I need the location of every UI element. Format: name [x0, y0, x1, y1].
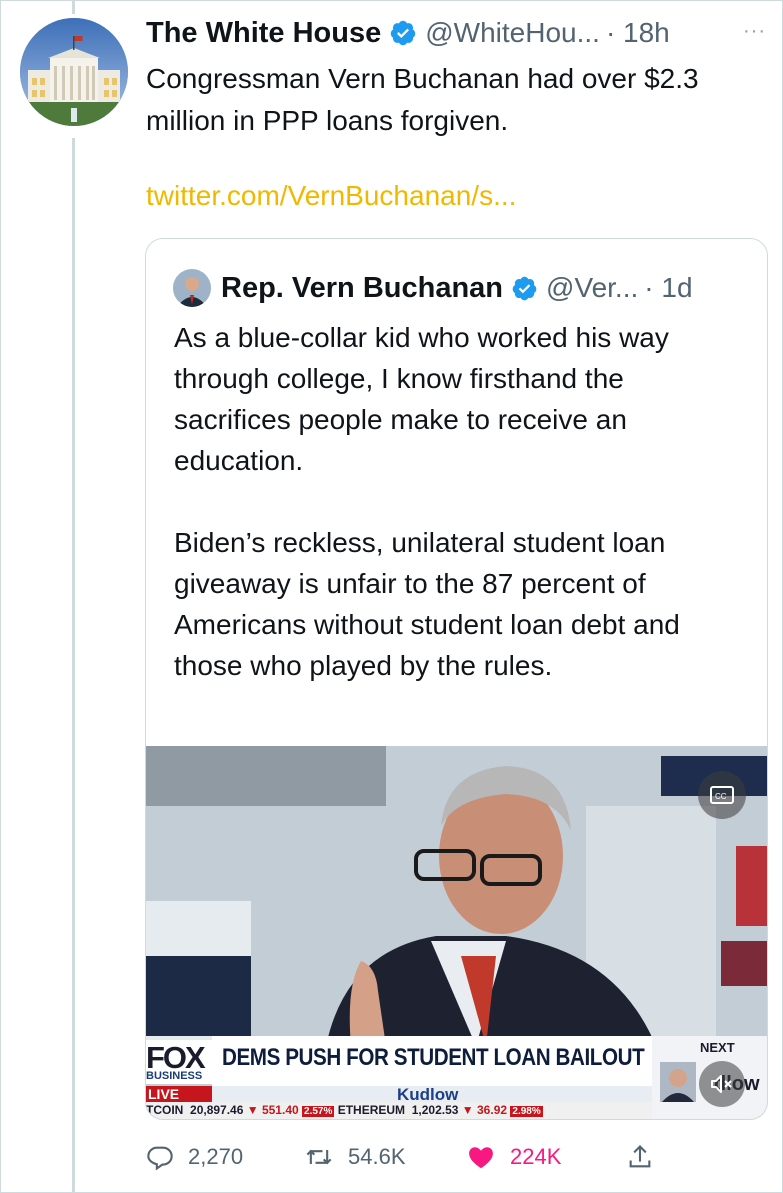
white-house-image [20, 18, 128, 126]
ticker-1-value: 20,897.46 [190, 1103, 244, 1117]
captions-button[interactable]: CC [698, 771, 746, 819]
retweet-count: 54.6K [348, 1144, 406, 1169]
quote-time[interactable]: · 1d [644, 272, 692, 304]
quoted-tweet[interactable]: Rep. Vern Buchanan @Ver... · 1d As a blu… [145, 238, 768, 1120]
thread-line [72, 138, 75, 1193]
ticker-1-change: ▼ 551.40 [246, 1103, 299, 1117]
quote-text: As a blue-collar kid who worked his way … [174, 322, 680, 681]
tweet-time[interactable]: · 18h [606, 17, 670, 49]
tweet-link[interactable]: twitter.com/VernBuchanan/s... [146, 180, 516, 212]
headline-bar: DEMS PUSH FOR STUDENT LOAN BAILOUT [212, 1036, 652, 1089]
thread-line-top [72, 0, 75, 14]
quote-avatar-image [173, 269, 211, 307]
network-logo: FOX BUSINESS [146, 1040, 212, 1084]
news-headline: DEMS PUSH FOR STUDENT LOAN BAILOUT [222, 1044, 645, 1071]
news-lower-third: FOX BUSINESS LIVE DEMS PUSH FOR STUDENT … [146, 1036, 767, 1119]
retweet-button[interactable]: 54.6K [304, 1136, 406, 1178]
reply-count: 2,270 [188, 1144, 244, 1169]
quote-author-handle[interactable]: @Ver... [546, 272, 638, 304]
mute-button[interactable] [699, 1061, 745, 1107]
ticker-2-change: ▼ 36.92 [461, 1103, 508, 1117]
author-avatar[interactable] [20, 18, 128, 126]
ticker-1-pct: 2.57% [302, 1106, 335, 1117]
reply-button[interactable]: 2,270 [146, 1136, 243, 1178]
verified-badge-icon [512, 276, 537, 300]
tweet-text: Congressman Vern Buchanan had over $2.3 … [146, 63, 699, 136]
share-button[interactable] [626, 1136, 654, 1178]
quote-author-name[interactable]: Rep. Vern Buchanan [221, 272, 503, 305]
tweet-actions: 2,270 54.6K 224K [146, 1136, 766, 1178]
quote-video[interactable]: CC FOX BUSINESS LIVE DEMS PUSH FOR STUDE… [146, 746, 767, 1119]
svg-text:CC: CC [715, 792, 727, 801]
like-count: 224K [510, 1144, 562, 1169]
heart-icon [469, 1147, 493, 1169]
live-badge: LIVE [146, 1086, 212, 1102]
network-sub-text: BUSINESS [146, 1070, 203, 1082]
quote-author-avatar[interactable] [173, 269, 211, 307]
retweet-icon [306, 1149, 332, 1165]
market-ticker: TCOIN 20,897.46 ▼ 551.40 2.57% ETHEREUM … [146, 1102, 656, 1119]
more-icon[interactable]: ··· [743, 20, 766, 43]
ticker-1-name: TCOIN [146, 1103, 184, 1117]
cc-icon: CC [710, 786, 734, 804]
verified-badge-icon [390, 20, 416, 46]
ticker-2-name: ETHEREUM [337, 1103, 406, 1117]
author-name[interactable]: The White House [146, 17, 381, 50]
share-icon [629, 1145, 651, 1168]
next-label: NEXT [700, 1040, 735, 1055]
ticker-2-pct: 2.98% [510, 1106, 543, 1117]
author-handle[interactable]: @WhiteHou... [425, 17, 600, 49]
reply-icon [147, 1146, 173, 1171]
show-bar: Kudlow [212, 1085, 652, 1104]
quote-header: Rep. Vern Buchanan @Ver... · 1d [173, 269, 693, 307]
mute-icon [711, 1075, 732, 1093]
like-button[interactable]: 224K [466, 1136, 561, 1178]
tweet-header: The White House @WhiteHou... · 18h ··· [146, 14, 766, 52]
ticker-2-value: 1,202.53 [411, 1103, 459, 1117]
next-host-image [660, 1062, 696, 1102]
